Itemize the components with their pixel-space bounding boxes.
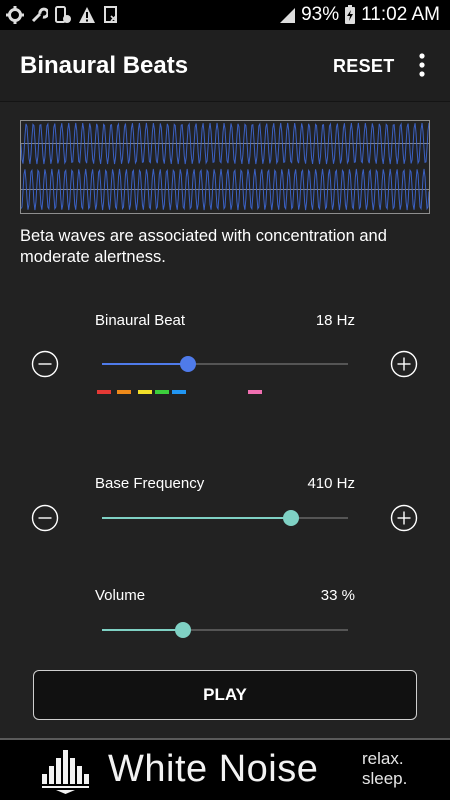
base-frequency-label: Base Frequency <box>95 475 205 492</box>
wrench-icon <box>31 7 48 23</box>
band-marker-delta <box>97 390 111 394</box>
band-marker-alpha <box>138 390 152 394</box>
ad-tagline: relax. sleep. <box>362 749 407 789</box>
volume-value: 33 % <box>320 587 355 604</box>
status-bar: 93% 11:02 AM <box>0 0 450 30</box>
increase-beat-button[interactable] <box>390 350 418 378</box>
binaural-beat-label: Binaural Beat <box>95 312 186 329</box>
wave-description: Beta waves are associated with concentra… <box>20 227 387 266</box>
base-frequency-slider[interactable] <box>102 510 348 526</box>
binaural-beat-slider[interactable] <box>102 356 348 372</box>
play-button[interactable]: PLAY <box>33 670 417 720</box>
base-frequency-value: 410 Hz <box>307 475 355 492</box>
battery-percent: 93% <box>301 4 340 25</box>
slider-fill <box>102 517 292 519</box>
ad-brand-name: White Noise <box>108 748 319 790</box>
volume-label: Volume <box>95 587 146 604</box>
ad-banner[interactable]: White Noise relax. sleep. <box>0 738 450 800</box>
slider-thumb[interactable] <box>180 356 197 372</box>
white-noise-logo-icon <box>42 750 89 794</box>
battery-charging-icon <box>345 5 356 24</box>
slider-thumb[interactable] <box>283 510 300 526</box>
volume-slider[interactable] <box>102 622 348 638</box>
decrease-beat-button[interactable] <box>31 350 59 378</box>
band-marker-theta <box>117 390 131 394</box>
increase-frequency-button[interactable] <box>390 504 418 532</box>
signal-icon <box>280 8 296 23</box>
phone-clock-icon <box>55 6 71 23</box>
binaural-beat-value: 18 Hz <box>315 312 355 329</box>
app-title: Binaural Beats <box>20 52 189 79</box>
band-marker-beta <box>155 390 169 394</box>
band-marker-gamma <box>172 390 186 394</box>
ad-tagline-line1: relax. <box>362 749 404 768</box>
ad-tagline-line2: sleep. <box>362 769 408 788</box>
waveform-display <box>20 120 430 214</box>
frequency-band-markers <box>97 390 297 394</box>
decrease-frequency-button[interactable] <box>31 504 59 532</box>
slider-thumb[interactable] <box>175 622 192 638</box>
reset-button[interactable]: RESET <box>333 56 395 77</box>
more-vert-icon[interactable] <box>410 50 434 80</box>
warning-icon <box>79 7 95 23</box>
settings-icon <box>6 6 24 24</box>
clock: 11:02 AM <box>361 4 440 25</box>
slider-fill <box>102 363 189 365</box>
main-content: Beta waves are associated with concentra… <box>0 102 450 738</box>
document-icon <box>104 6 117 23</box>
slider-fill <box>102 629 184 631</box>
app-bar: Binaural Beats RESET <box>0 30 450 102</box>
band-marker-special <box>248 390 262 394</box>
